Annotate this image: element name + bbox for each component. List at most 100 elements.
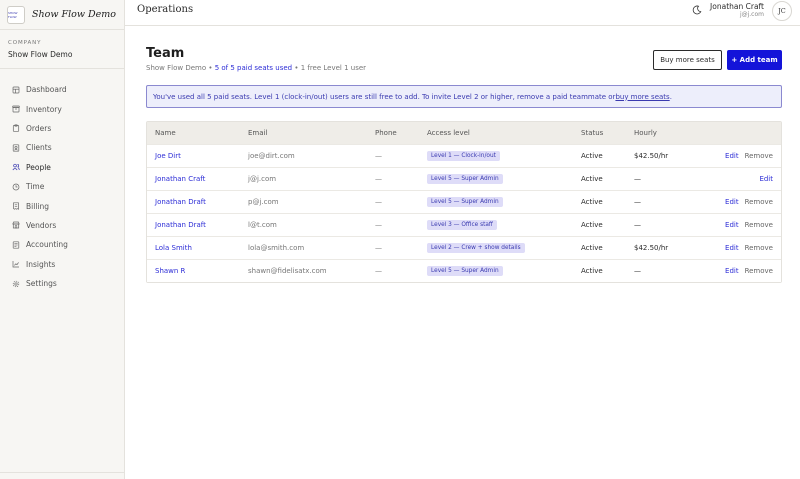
avatar[interactable]: JC xyxy=(772,1,792,21)
sidebar-item-label: Billing xyxy=(26,201,49,211)
member-status: Active xyxy=(581,267,603,275)
member-status: Active xyxy=(581,198,603,206)
topbar-title: Operations xyxy=(137,4,194,15)
notice-text: You've used all 5 paid seats. Level 1 (c… xyxy=(153,92,616,101)
table-row: Jonathan Draft p@j.com — Level 5 — Super Ad… xyxy=(147,190,781,213)
clock-icon xyxy=(12,183,20,190)
table-row: Joe Dirt joe@dirt.com — Level 1 — Clock-in/… xyxy=(147,144,781,167)
subtitle-separator: • xyxy=(292,64,301,72)
edit-button[interactable]: Edit xyxy=(725,152,739,160)
dashboard-icon xyxy=(12,86,20,94)
sidebar-item-orders[interactable]: Orders xyxy=(0,119,124,138)
member-phone: — xyxy=(375,175,382,183)
remove-button[interactable]: Remove xyxy=(745,244,773,252)
member-name-link[interactable]: Jonathan Draft xyxy=(155,198,206,206)
sidebar-item-label: Clients xyxy=(26,143,52,153)
edit-button[interactable]: Edit xyxy=(725,221,739,229)
table-row: Jonathan Craft j@j.com — Level 5 — Super Ad… xyxy=(147,167,781,190)
table-row: Shawn R shawn@fidelisatx.com — Level 5 — Su… xyxy=(147,259,781,282)
edit-button[interactable]: Edit xyxy=(725,244,739,252)
chart-icon xyxy=(12,261,19,268)
member-name-link[interactable]: Lola Smith xyxy=(155,244,192,252)
sidebar-item-dashboard[interactable]: Dashboard xyxy=(0,80,124,99)
member-hourly: — xyxy=(634,267,641,275)
header-hourly: Hourly xyxy=(634,129,657,137)
table-row: Lola Smith lola@smith.com — Level 2 — Crew … xyxy=(147,236,781,259)
subtitle-separator: • xyxy=(206,64,215,72)
row-actions: Edit Remove xyxy=(725,214,773,236)
team-table: Name Email Phone Access level Status Hou… xyxy=(146,121,782,283)
member-email: shawn@fidelisatx.com xyxy=(248,267,327,275)
header-email: Email xyxy=(248,129,268,137)
member-name-link[interactable]: Jonathan Draft xyxy=(155,221,206,229)
topbar: Operations Jonathan Craft j@j.com JC xyxy=(125,0,800,26)
edit-button[interactable]: Edit xyxy=(725,198,739,206)
remove-button[interactable]: Remove xyxy=(745,152,773,160)
sidebar-item-vendors[interactable]: Vendors xyxy=(0,216,124,235)
contact-card-icon xyxy=(12,144,20,152)
sidebar-item-inventory[interactable]: Inventory xyxy=(0,99,124,118)
member-phone: — xyxy=(375,244,382,252)
sidebar-item-label: Dashboard xyxy=(26,85,67,95)
member-hourly: — xyxy=(634,198,641,206)
table-body: Joe Dirt joe@dirt.com — Level 1 — Clock-in/… xyxy=(147,144,781,282)
sidebar-item-label: Insights xyxy=(26,259,56,269)
buy-more-seats-link[interactable]: buy more seats xyxy=(615,93,669,101)
edit-button[interactable]: Edit xyxy=(725,267,739,275)
notice-end: . xyxy=(669,92,672,101)
seats-used-link[interactable]: 5 of 5 paid seats used xyxy=(215,64,292,72)
sidebar-item-accounting[interactable]: Accounting xyxy=(0,235,124,254)
remove-button[interactable]: Remove xyxy=(745,198,773,206)
page-title: Team xyxy=(146,46,185,61)
access-level-badge: Level 5 — Super Admin xyxy=(427,266,503,276)
row-actions: Edit Remove xyxy=(725,145,773,167)
sidebar-item-billing[interactable]: Billing xyxy=(0,196,124,215)
company-label: COMPANY xyxy=(8,40,42,46)
access-level-badge: Level 1 — Clock-in/out xyxy=(427,151,500,161)
header-status: Status xyxy=(581,129,604,137)
subtitle-company: Show Flow Demo xyxy=(146,64,207,72)
sidebar-divider xyxy=(0,68,124,69)
member-email: l@t.com xyxy=(248,221,277,229)
sidebar-item-people[interactable]: People xyxy=(0,158,124,177)
box-icon xyxy=(12,105,20,113)
sidebar-item-clients[interactable]: Clients xyxy=(0,138,124,157)
sidebar-item-label: Inventory xyxy=(26,104,62,114)
seats-notice: You've used all 5 paid seats. Level 1 (c… xyxy=(146,85,782,108)
remove-button[interactable]: Remove xyxy=(745,267,773,275)
member-name-link[interactable]: Jonathan Craft xyxy=(155,175,205,183)
header-access-level: Access level xyxy=(427,129,470,137)
member-status: Active xyxy=(581,221,603,229)
brand[interactable]: SHOW FLOW Show Flow Demo xyxy=(0,0,124,30)
header-name: Name xyxy=(155,129,176,137)
sidebar-item-insights[interactable]: Insights xyxy=(0,255,124,274)
add-team-button[interactable]: + Add team xyxy=(727,50,782,70)
member-status: Active xyxy=(581,175,603,183)
sidebar-item-label: Settings xyxy=(26,279,57,289)
access-level-badge: Level 5 — Super Admin xyxy=(427,174,503,184)
sidebar-bottom-divider xyxy=(0,472,124,473)
row-actions: Edit xyxy=(759,168,773,190)
clipboard-icon xyxy=(12,124,20,133)
member-hourly: $42.50/hr xyxy=(634,152,669,160)
people-icon xyxy=(12,164,20,171)
remove-button[interactable]: Remove xyxy=(745,221,773,229)
edit-button[interactable]: Edit xyxy=(759,175,773,183)
member-phone: — xyxy=(375,198,382,206)
member-name-link[interactable]: Shawn R xyxy=(155,267,185,275)
member-email: lola@smith.com xyxy=(248,244,305,252)
member-name-link[interactable]: Joe Dirt xyxy=(155,152,181,160)
sidebar-item-label: Accounting xyxy=(26,240,68,250)
member-email: joe@dirt.com xyxy=(248,152,295,160)
company-name[interactable]: Show Flow Demo xyxy=(8,50,72,59)
member-phone: — xyxy=(375,152,382,160)
member-hourly: $42.50/hr xyxy=(634,244,669,252)
table-row: Jonathan Draft l@t.com — Level 3 — Office s… xyxy=(147,213,781,236)
buy-more-seats-button[interactable]: Buy more seats xyxy=(653,50,722,70)
moon-icon[interactable] xyxy=(692,5,702,15)
sidebar-item-time[interactable]: Time xyxy=(0,177,124,196)
logo-text: SHOW FLOW xyxy=(8,10,18,19)
member-hourly: — xyxy=(634,175,641,183)
sidebar-item-settings[interactable]: Settings xyxy=(0,274,124,293)
ledger-icon xyxy=(12,241,20,249)
